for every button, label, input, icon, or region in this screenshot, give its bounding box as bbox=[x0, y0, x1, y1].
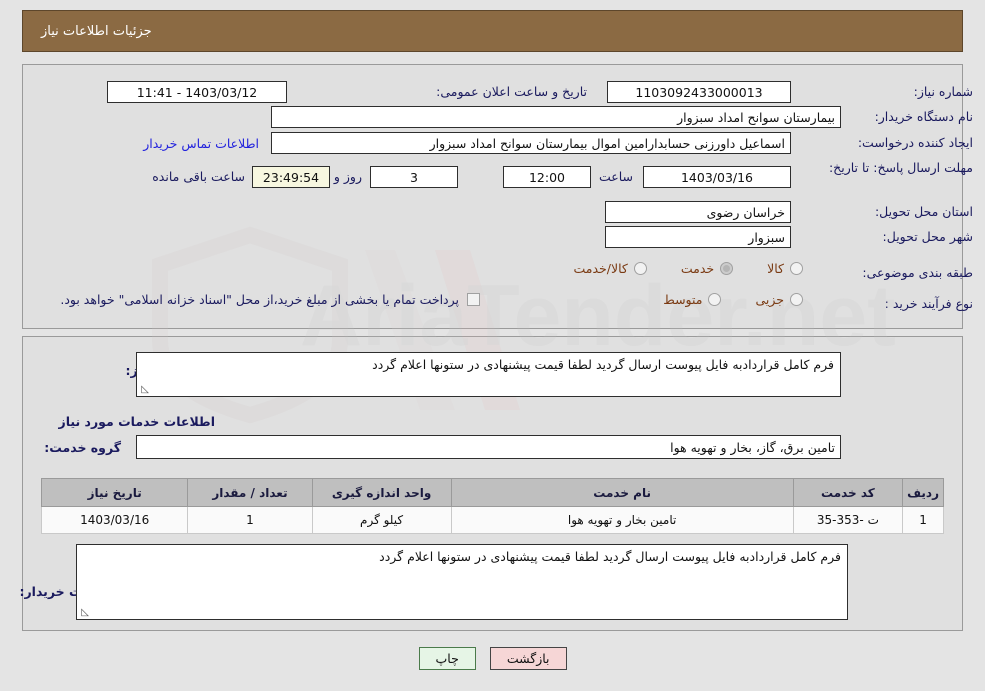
radio-option-kala[interactable]: کالا bbox=[767, 261, 803, 276]
requester-field: اسماعیل داورزنی حسابدارامین اموال بیمارس… bbox=[271, 132, 791, 154]
need-info-panel bbox=[22, 64, 963, 329]
radio-option-jozei[interactable]: جزیی bbox=[755, 292, 803, 307]
treasury-checkbox-label: پرداخت تمام یا بخشی از مبلغ خرید،از محل … bbox=[60, 292, 459, 307]
radio-label-motevaset: متوسط bbox=[663, 292, 703, 307]
buyer-notes-textarea[interactable]: فرم کامل قراردادبه فایل پیوست ارسال گردی… bbox=[76, 544, 848, 620]
radio-icon-kala[interactable] bbox=[790, 262, 803, 275]
cell-service-code: ت -353-35 bbox=[792, 506, 904, 534]
page-title: جزئیات اطلاعات نیاز bbox=[41, 23, 152, 39]
radio-option-khedmat[interactable]: خدمت bbox=[680, 261, 734, 276]
cell-need-date: 1403/03/16 bbox=[40, 506, 189, 534]
buyer-org-field: بیمارستان سوانح امداد سبزوار bbox=[271, 106, 841, 128]
subject-category-label: طبقه بندی موضوعی: bbox=[862, 265, 973, 280]
delivery-city-label: شهر محل تحویل: bbox=[882, 229, 973, 244]
print-button[interactable]: چاپ bbox=[418, 647, 476, 670]
purchase-process-group: جزیی متوسط bbox=[629, 292, 803, 307]
remaining-hours-label: ساعت باقی مانده bbox=[152, 169, 245, 184]
resize-grip-icon[interactable]: ◺ bbox=[139, 385, 149, 395]
deadline-label: مهلت ارسال پاسخ: تا تاریخ: bbox=[828, 160, 973, 175]
countdown-field: 23:49:54 bbox=[252, 166, 330, 188]
service-group-field: تامین برق، گاز، بخار و تهویه هوا bbox=[136, 435, 841, 459]
buyer-org-label: نام دستگاه خریدار: bbox=[874, 109, 973, 124]
summary-text: فرم کامل قراردادبه فایل پیوست ارسال گردی… bbox=[372, 357, 834, 372]
resize-grip-icon-notes[interactable]: ◺ bbox=[79, 608, 89, 618]
table-header-row: ردیف کد خدمت نام خدمت واحد اندازه گیری ت… bbox=[40, 478, 944, 507]
delivery-city-field: سبزوار bbox=[605, 226, 791, 248]
table-row: 1 ت -353-35 تامین بخار و تهویه هوا کیلو … bbox=[40, 506, 944, 534]
subject-category-group: کالا خدمت کالا/خدمت bbox=[539, 261, 803, 276]
radio-label-khedmat: خدمت bbox=[680, 261, 715, 276]
radio-option-kala-khedmat[interactable]: کالا/خدمت bbox=[573, 261, 647, 276]
remaining-days-field: 3 bbox=[370, 166, 458, 188]
page-header: جزئیات اطلاعات نیاز bbox=[22, 10, 963, 52]
requester-label: ایجاد کننده درخواست: bbox=[857, 135, 973, 150]
radio-label-kala: کالا bbox=[767, 261, 784, 276]
col-unit: واحد اندازه گیری bbox=[311, 478, 452, 507]
col-service-code: کد خدمت bbox=[792, 478, 904, 507]
radio-label-jozei: جزیی bbox=[755, 292, 784, 307]
announce-datetime-label: تاریخ و ساعت اعلان عمومی: bbox=[436, 84, 587, 99]
treasury-checkbox-icon[interactable] bbox=[467, 293, 480, 306]
services-section-title: اطلاعات خدمات مورد نیاز bbox=[58, 414, 216, 429]
cell-row-no: 1 bbox=[902, 506, 944, 534]
announce-datetime-field: 11:41 - 1403/03/12 bbox=[107, 81, 287, 103]
purchase-process-label: نوع فرآیند خرید : bbox=[884, 296, 973, 311]
summary-textarea[interactable]: فرم کامل قراردادبه فایل پیوست ارسال گردی… bbox=[136, 352, 841, 397]
need-details-page: AriaTender.net جزئیات اطلاعات نیاز شماره… bbox=[0, 0, 985, 691]
service-group-label: گروه خدمت: bbox=[44, 440, 121, 455]
cell-service-name: تامین بخار و تهویه هوا bbox=[450, 506, 794, 534]
treasury-bond-option[interactable]: پرداخت تمام یا بخشی از مبلغ خرید،از محل … bbox=[60, 292, 480, 307]
col-need-date: تاریخ نیاز bbox=[40, 478, 189, 507]
buyer-notes-text: فرم کامل قراردادبه فایل پیوست ارسال گردی… bbox=[379, 549, 841, 564]
need-number-label: شماره نیاز: bbox=[913, 84, 973, 99]
need-number-field: 1103092433000013 bbox=[607, 81, 791, 103]
buyer-contact-link[interactable]: اطلاعات تماس خریدار bbox=[143, 136, 259, 151]
days-label: روز و bbox=[333, 169, 362, 184]
col-quantity: تعداد / مقدار bbox=[187, 478, 313, 507]
cell-unit: کیلو گرم bbox=[311, 506, 452, 534]
deadline-date-field: 1403/03/16 bbox=[643, 166, 791, 188]
col-row-no: ردیف bbox=[902, 478, 944, 507]
radio-icon-kala-khedmat[interactable] bbox=[633, 262, 647, 275]
radio-icon-motevaset[interactable] bbox=[708, 293, 722, 306]
radio-label-kala-khedmat: کالا/خدمت bbox=[573, 261, 628, 276]
radio-icon-khedmat[interactable] bbox=[720, 262, 734, 275]
deadline-time-field: 12:00 bbox=[503, 166, 591, 188]
delivery-province-field: خراسان رضوی bbox=[605, 201, 791, 223]
cell-quantity: 1 bbox=[187, 506, 313, 534]
services-table: ردیف کد خدمت نام خدمت واحد اندازه گیری ت… bbox=[40, 478, 944, 534]
col-service-name: نام خدمت bbox=[450, 478, 794, 507]
back-button[interactable]: بازگشت bbox=[489, 647, 567, 670]
hour-label: ساعت bbox=[598, 169, 633, 184]
radio-option-motevaset[interactable]: متوسط bbox=[663, 292, 722, 307]
delivery-province-label: استان محل تحویل: bbox=[874, 204, 973, 219]
radio-icon-jozei[interactable] bbox=[790, 293, 803, 306]
action-buttons: بازگشت چاپ bbox=[0, 647, 985, 670]
